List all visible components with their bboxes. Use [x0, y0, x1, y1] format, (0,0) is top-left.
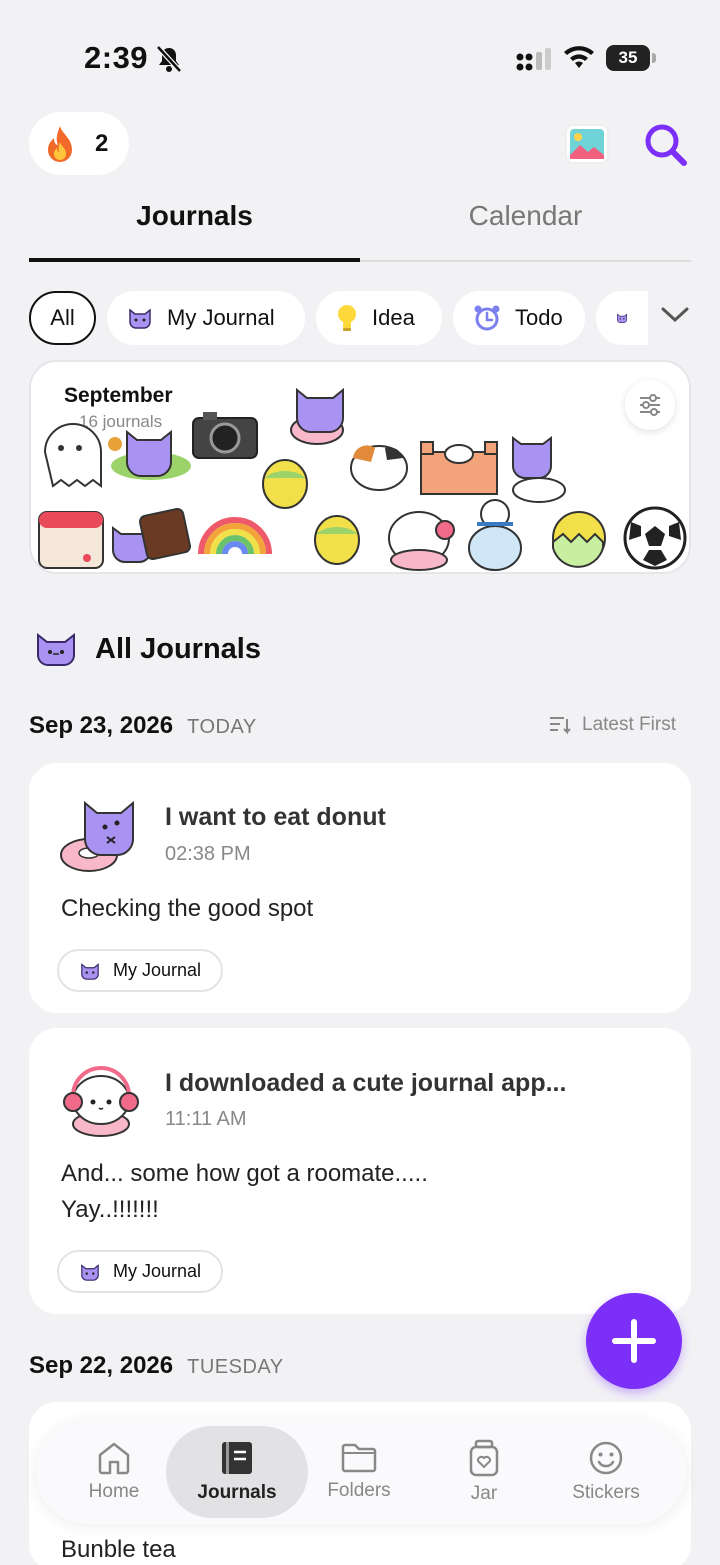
section-title: All Journals — [95, 633, 261, 665]
entry-body: Bunble tea — [61, 1536, 176, 1563]
nav-label: Journals — [197, 1482, 277, 1503]
date-label: Sep 22, 2026 — [29, 1352, 174, 1379]
jar-icon — [469, 1439, 499, 1477]
journal-tag[interactable]: My Journal — [57, 949, 224, 992]
nav-jar[interactable]: Jar — [454, 1420, 514, 1524]
lightbulb-icon — [338, 305, 356, 331]
smiley-icon — [589, 1441, 623, 1475]
filter-chip-idea[interactable]: Idea — [316, 291, 442, 345]
chip-label: All — [50, 305, 75, 330]
nav-label: Home — [88, 1481, 140, 1502]
sort-button[interactable]: Latest First — [548, 714, 676, 736]
bunny-headphones-sticker — [388, 511, 455, 571]
entry-body: Checking the good spot — [61, 895, 314, 922]
sort-label: Latest First — [582, 714, 676, 735]
streak-count: 2 — [95, 129, 109, 157]
nav-label: Jar — [470, 1483, 498, 1504]
streak-counter[interactable]: 2 — [29, 112, 129, 175]
chick-sticker-2 — [314, 515, 360, 565]
filter-chip-my-journal[interactable]: My Journal — [107, 291, 305, 345]
cat-toilet-sticker — [512, 436, 566, 503]
cat-cheer-sticker — [108, 429, 191, 480]
entry-time: 02:38 PM — [165, 843, 251, 865]
filter-chip-more[interactable] — [596, 291, 648, 345]
chick-sticker — [262, 459, 308, 509]
search-icon[interactable] — [642, 121, 688, 167]
bottom-navigation: Home Journals Folders Jar Stickers — [36, 1420, 686, 1524]
folder-icon — [341, 1443, 377, 1473]
home-icon — [98, 1442, 130, 1475]
chip-label: Todo — [515, 305, 563, 330]
date-header: Sep 22, 2026 TUESDAY — [29, 1352, 284, 1380]
soccer-ball-sticker — [623, 506, 687, 570]
cat-icon — [129, 308, 151, 329]
nav-home[interactable]: Home — [76, 1420, 152, 1524]
cellular-signal-icon — [516, 48, 551, 71]
add-journal-button[interactable] — [586, 1293, 682, 1389]
egg-chick-sticker — [552, 511, 606, 568]
cat-donut-sticker — [60, 800, 134, 872]
calendar-sticker — [38, 511, 104, 569]
filter-chip-all[interactable]: All — [29, 291, 96, 345]
bell-off-icon — [156, 45, 182, 73]
journal-entry-card[interactable]: I downloaded a cute journal app... 11:11… — [29, 1028, 691, 1314]
chip-label: My Journal — [167, 305, 275, 330]
tag-label: My Journal — [113, 1261, 202, 1281]
nav-journals[interactable]: Journals — [166, 1426, 308, 1518]
camera-sticker — [192, 412, 258, 459]
tag-label: My Journal — [113, 960, 202, 980]
journal-entry-card[interactable]: I want to eat donut 02:38 PM Checking th… — [29, 763, 691, 1013]
chip-label: Idea — [372, 305, 415, 330]
sort-icon — [550, 717, 571, 735]
cat-icon — [81, 1263, 99, 1281]
chevron-down-icon[interactable] — [660, 306, 690, 324]
cat-donut-sticker — [290, 387, 344, 445]
journal-tag[interactable]: My Journal — [57, 1250, 224, 1293]
nav-label: Stickers — [572, 1482, 640, 1503]
tab-divider — [360, 260, 691, 262]
cat-chocolate-sticker — [112, 508, 191, 563]
cat-icon — [37, 632, 75, 666]
nav-stickers[interactable]: Stickers — [566, 1420, 646, 1524]
filter-chip-todo[interactable]: Todo — [453, 291, 585, 345]
entry-body: And... some how got a roomate..... Yay..… — [61, 1160, 428, 1223]
wifi-icon — [564, 46, 594, 68]
castle-sticker — [420, 441, 498, 495]
nav-label: Folders — [327, 1480, 391, 1501]
alarm-clock-icon — [474, 305, 500, 331]
cat-icon — [81, 962, 99, 980]
battery-cap — [652, 53, 656, 63]
active-tab-indicator — [29, 258, 360, 262]
nav-folders[interactable]: Folders — [321, 1420, 397, 1524]
cat-icon — [617, 313, 627, 323]
ghost-sticker — [43, 423, 102, 488]
battery-indicator: 35 — [606, 45, 650, 71]
rainbow-sticker — [198, 517, 272, 555]
journal-icon — [222, 1442, 252, 1474]
plus-icon — [612, 1319, 656, 1363]
day-label: TUESDAY — [187, 1356, 284, 1378]
flame-icon — [48, 125, 72, 162]
entry-title: I downloaded a cute journal app... — [165, 1069, 567, 1097]
day-label: TODAY — [187, 716, 257, 738]
date-header: Sep 23, 2026 TODAY — [29, 712, 257, 740]
tab-calendar[interactable]: Calendar — [360, 200, 691, 232]
entry-time: 11:11 AM — [165, 1108, 247, 1130]
calico-cat-sticker — [350, 445, 408, 491]
status-time: 2:39 — [84, 40, 149, 75]
snowman-sticker — [468, 499, 522, 571]
sticker-collage — [38, 387, 687, 571]
tab-journals[interactable]: Journals — [29, 200, 360, 232]
entry-title: I want to eat donut — [165, 803, 386, 831]
date-label: Sep 23, 2026 — [29, 712, 174, 739]
month-sticker-banner[interactable]: September 16 journals — [29, 360, 691, 574]
gallery-icon[interactable] — [564, 121, 610, 167]
bunny-headphones-sticker — [63, 1066, 139, 1137]
